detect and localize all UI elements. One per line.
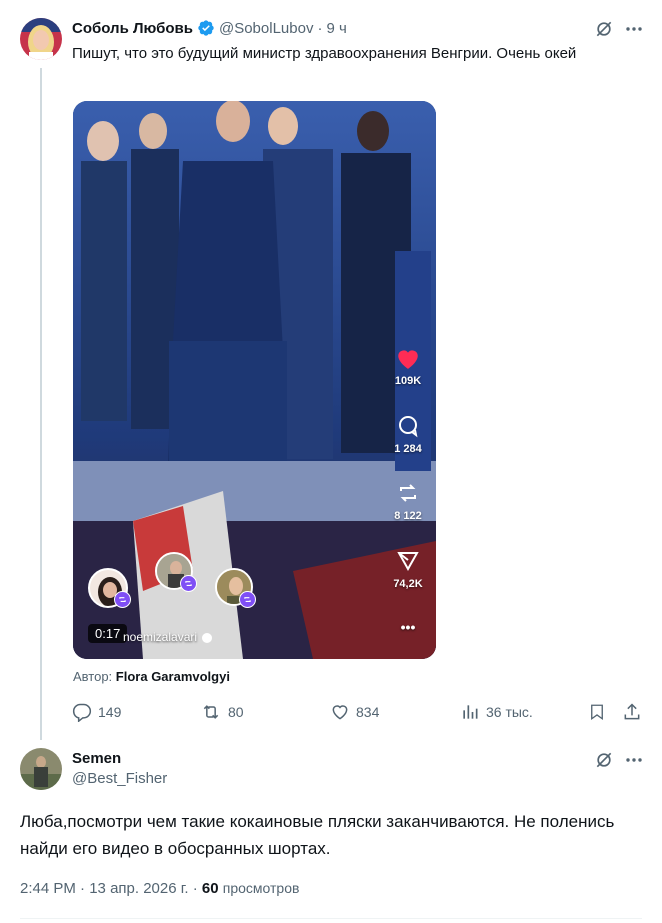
reply-meta: 2:44 PM · 13 апр. 2026 г. · 60 просмотро… bbox=[20, 880, 299, 897]
like-count: 834 bbox=[356, 704, 380, 720]
views-count: 36 тыс. bbox=[486, 704, 533, 720]
heart-outline-icon bbox=[332, 705, 348, 720]
tweet-actions: 149 80 834 36 тыс. bbox=[72, 700, 644, 726]
reply-time[interactable]: 2:44 PM bbox=[20, 880, 76, 897]
reply-header: Semen @Best_Fisher bbox=[72, 750, 167, 787]
retweet-count: 80 bbox=[228, 704, 244, 720]
views-button[interactable]: 36 тыс. bbox=[460, 702, 533, 722]
bookmark-icon bbox=[591, 704, 603, 721]
avatar[interactable] bbox=[20, 18, 62, 60]
video-frame bbox=[73, 101, 436, 659]
tiktok-verified-icon bbox=[202, 632, 213, 643]
views-icon bbox=[463, 705, 478, 719]
video-likes-count: 109K bbox=[394, 375, 422, 387]
video-comments: 1 284 bbox=[388, 414, 428, 455]
reply-author-name[interactable]: Semen bbox=[72, 750, 121, 767]
video-credit-name[interactable]: Flora Garamvolgyi bbox=[116, 669, 230, 684]
verified-badge-icon bbox=[197, 19, 215, 37]
meta-separator: · bbox=[80, 880, 86, 897]
video-shares: 74,2K bbox=[388, 549, 428, 590]
reply-views-label: просмотров bbox=[222, 880, 300, 896]
grok-icon[interactable] bbox=[592, 17, 616, 41]
like-button[interactable]: 834 bbox=[330, 702, 379, 722]
video-comments-count: 1 284 bbox=[394, 443, 422, 455]
reply-author-handle[interactable]: @Best_Fisher bbox=[72, 770, 167, 787]
video-reposts: 8 122 bbox=[388, 481, 428, 522]
heart-icon[interactable] bbox=[395, 346, 421, 373]
thread-line bbox=[40, 68, 42, 740]
more-icon[interactable] bbox=[622, 748, 646, 772]
tweet-header: Соболь Любовь @SobolLubov · 9 ч bbox=[72, 19, 347, 37]
repost-badge-icon bbox=[239, 591, 256, 608]
tiktok-user-label: noemizalavari bbox=[123, 630, 198, 644]
video-shares-count: 74,2K bbox=[393, 578, 423, 590]
author-handle[interactable]: @SobolLubov bbox=[219, 20, 313, 37]
reply-icon bbox=[72, 703, 92, 722]
video-credit: Автор: Flora Garamvolgyi bbox=[73, 669, 230, 684]
retweet-icon bbox=[203, 705, 219, 719]
tweet-time[interactable]: 9 ч bbox=[326, 20, 346, 37]
divider bbox=[20, 918, 642, 919]
bookmark-button[interactable] bbox=[588, 702, 612, 722]
tiktok-username: noemizalavari bbox=[123, 630, 213, 644]
reply-date[interactable]: 13 апр. 2026 г. bbox=[89, 880, 188, 897]
reply-text: Люба,посмотри чем такие кокаиновые пляск… bbox=[20, 812, 615, 858]
share-upload-icon bbox=[624, 703, 640, 720]
video-more-icon[interactable]: ••• bbox=[388, 619, 428, 635]
author-name[interactable]: Соболь Любовь bbox=[72, 20, 193, 37]
repost-icon[interactable] bbox=[396, 481, 420, 508]
meta-separator: · bbox=[192, 880, 198, 897]
repost-badge-icon bbox=[114, 591, 131, 608]
video-player[interactable]: 109K 1 284 8 122 74,2K ••• bbox=[73, 101, 436, 659]
reply-button[interactable]: 149 bbox=[72, 702, 121, 722]
more-icon[interactable] bbox=[622, 17, 646, 41]
video-more-dots: ••• bbox=[400, 619, 416, 635]
share-button[interactable] bbox=[622, 702, 648, 722]
grok-icon[interactable] bbox=[592, 748, 616, 772]
reply-views-count: 60 bbox=[201, 880, 219, 897]
comment-icon[interactable] bbox=[396, 414, 420, 441]
tweet-text: Пишут, что это будущий министр здравоохр… bbox=[72, 45, 577, 62]
video-duration: 0:17 bbox=[88, 624, 128, 643]
repost-badge-icon bbox=[180, 575, 197, 592]
avatar[interactable] bbox=[20, 748, 62, 790]
video-credit-label: Автор: bbox=[73, 669, 113, 684]
retweet-button[interactable]: 80 bbox=[200, 702, 244, 722]
reply-count: 149 bbox=[98, 704, 122, 720]
video-reposts-count: 8 122 bbox=[394, 510, 422, 522]
time-separator: · bbox=[317, 19, 323, 37]
share-icon[interactable] bbox=[396, 549, 420, 576]
video-actions: 109K bbox=[388, 346, 428, 387]
